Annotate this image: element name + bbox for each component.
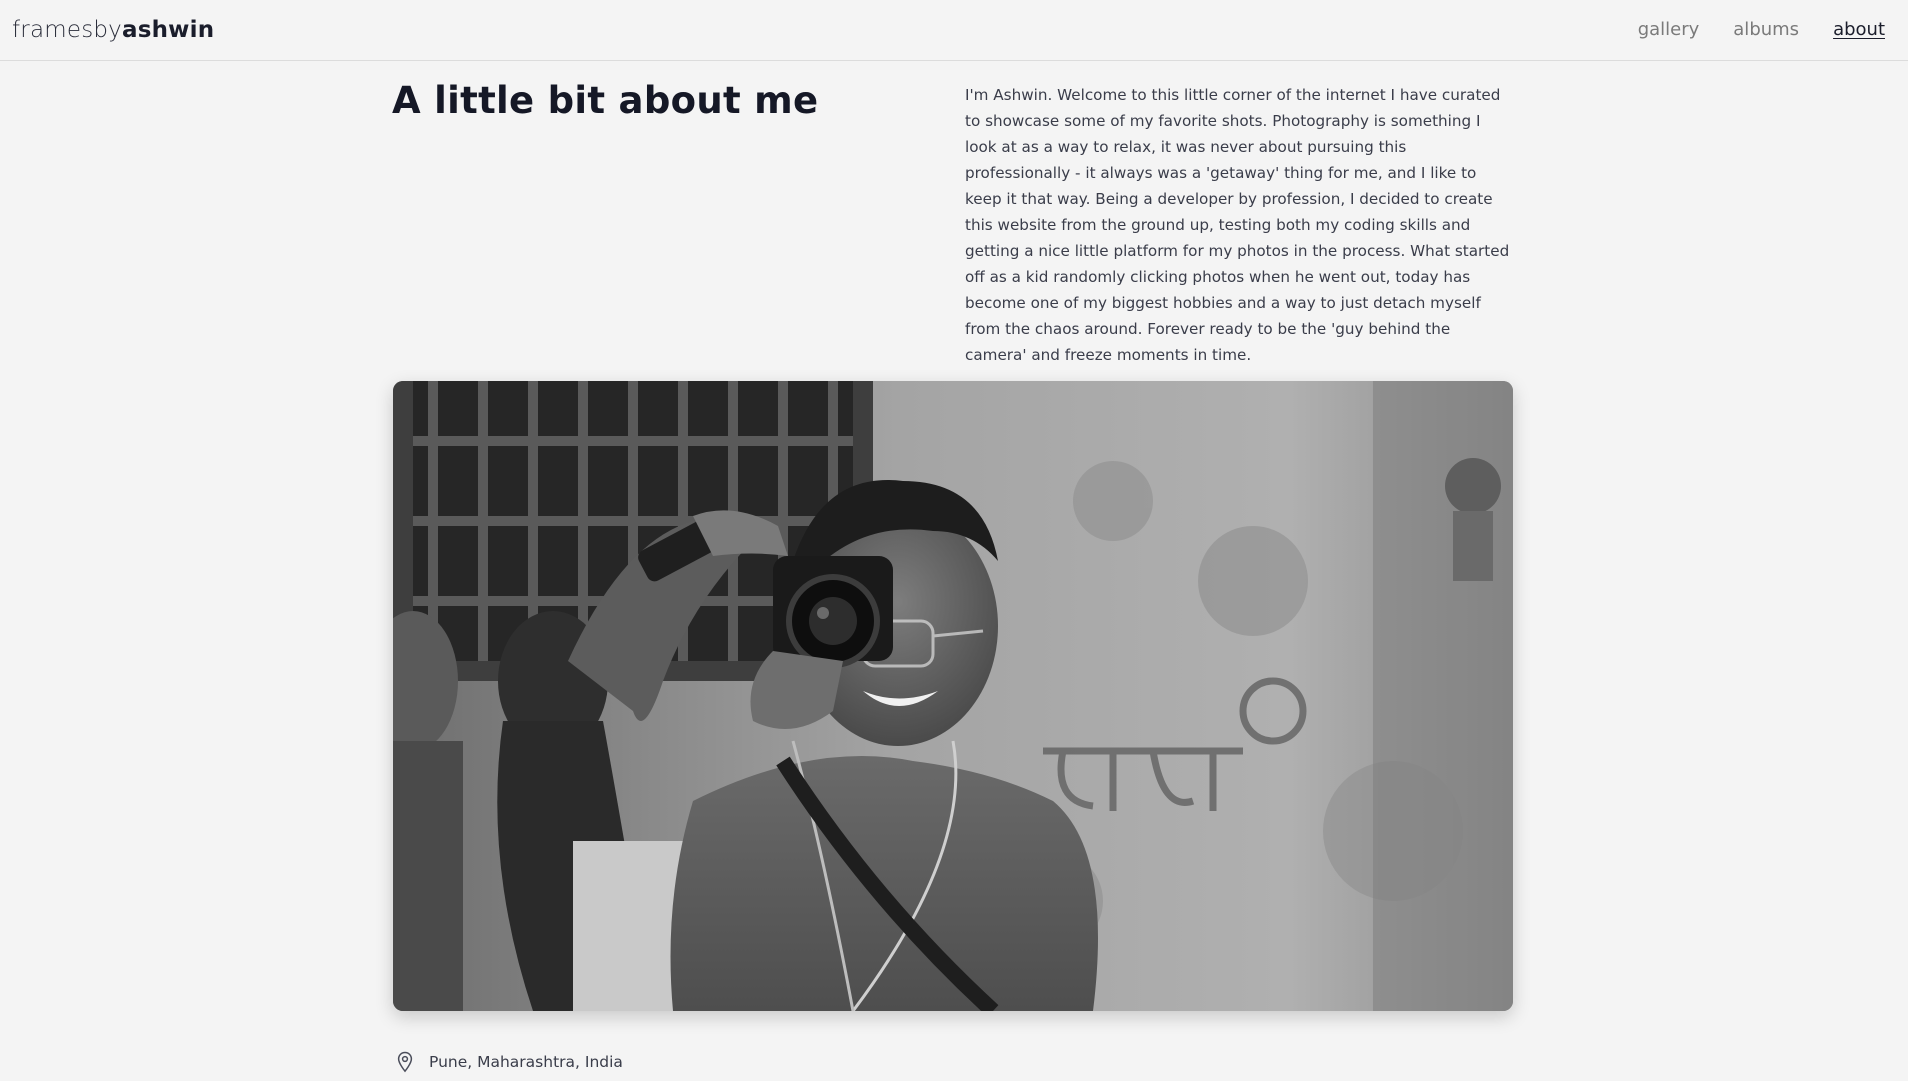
nav-link-about[interactable]: about: [1833, 18, 1885, 42]
location-info: Pune, Maharashtra, India: [393, 1050, 623, 1074]
main-nav: gallery albums about: [1638, 18, 1885, 42]
page-title: A little bit about me: [392, 79, 819, 122]
top-navbar: framesbyashwin gallery albums about: [0, 0, 1908, 61]
location-text: Pune, Maharashtra, India: [429, 1053, 623, 1071]
brand-logo-link[interactable]: framesbyashwin: [12, 14, 214, 46]
nav-link-gallery[interactable]: gallery: [1638, 18, 1700, 42]
brand-name-light: framesby: [12, 17, 122, 43]
nav-link-albums[interactable]: albums: [1733, 18, 1799, 42]
portrait-photo-illustration: [393, 381, 1513, 1011]
portrait-photo: [393, 381, 1513, 1011]
map-pin-icon: [393, 1050, 417, 1074]
about-bio-text: I'm Ashwin. Welcome to this little corne…: [965, 86, 1510, 364]
brand-name-bold: ashwin: [122, 17, 215, 43]
